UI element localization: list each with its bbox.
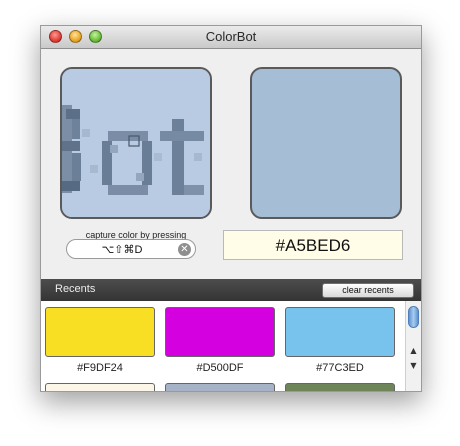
- recent-item[interactable]: [285, 383, 395, 391]
- recent-hex: #77C3ED: [316, 362, 364, 374]
- recent-swatch[interactable]: [165, 383, 275, 391]
- recent-hex: #F9DF24: [77, 362, 123, 374]
- recents-scrollbar[interactable]: ▲ ▼: [405, 301, 421, 391]
- recent-swatch[interactable]: [285, 307, 395, 357]
- recent-swatch[interactable]: [45, 383, 155, 391]
- title-bar[interactable]: ColorBot: [41, 26, 421, 49]
- shortcut-field[interactable]: ⌥⇧⌘D ✕: [66, 239, 196, 259]
- clear-field-icon[interactable]: ✕: [178, 243, 191, 256]
- hex-value-field[interactable]: #A5BED6: [223, 230, 403, 260]
- scrollbar-thumb[interactable]: [408, 306, 419, 328]
- clear-recents-button[interactable]: clear recents: [322, 283, 414, 298]
- recent-swatch[interactable]: [165, 307, 275, 357]
- recent-item[interactable]: #77C3ED: [285, 307, 395, 374]
- recents-grid: #F9DF24 #D500DF #77C3ED: [41, 301, 405, 391]
- arrow-down-icon[interactable]: ▼: [406, 361, 421, 370]
- recent-item[interactable]: #F9DF24: [45, 307, 155, 374]
- recent-swatch[interactable]: [45, 307, 155, 357]
- recents-header: Recents clear recents: [41, 279, 421, 301]
- shortcut-value: ⌥⇧⌘D: [101, 244, 143, 256]
- window-title: ColorBot: [205, 29, 257, 44]
- color-swatch: [250, 67, 402, 219]
- recent-item[interactable]: [165, 383, 275, 391]
- recent-item[interactable]: #D500DF: [165, 307, 275, 374]
- colorbot-window: ColorBot capture color by pressing ⌥⇧⌘D …: [40, 25, 422, 392]
- arrow-up-icon[interactable]: ▲: [406, 346, 421, 355]
- recent-swatch[interactable]: [285, 383, 395, 391]
- recents-label: Recents: [55, 283, 96, 295]
- recent-hex: #D500DF: [196, 362, 244, 374]
- picker-panel: capture color by pressing ⌥⇧⌘D ✕ #A5BED6: [41, 49, 421, 279]
- recent-item[interactable]: [45, 383, 155, 391]
- magnifier-preview: [60, 67, 212, 219]
